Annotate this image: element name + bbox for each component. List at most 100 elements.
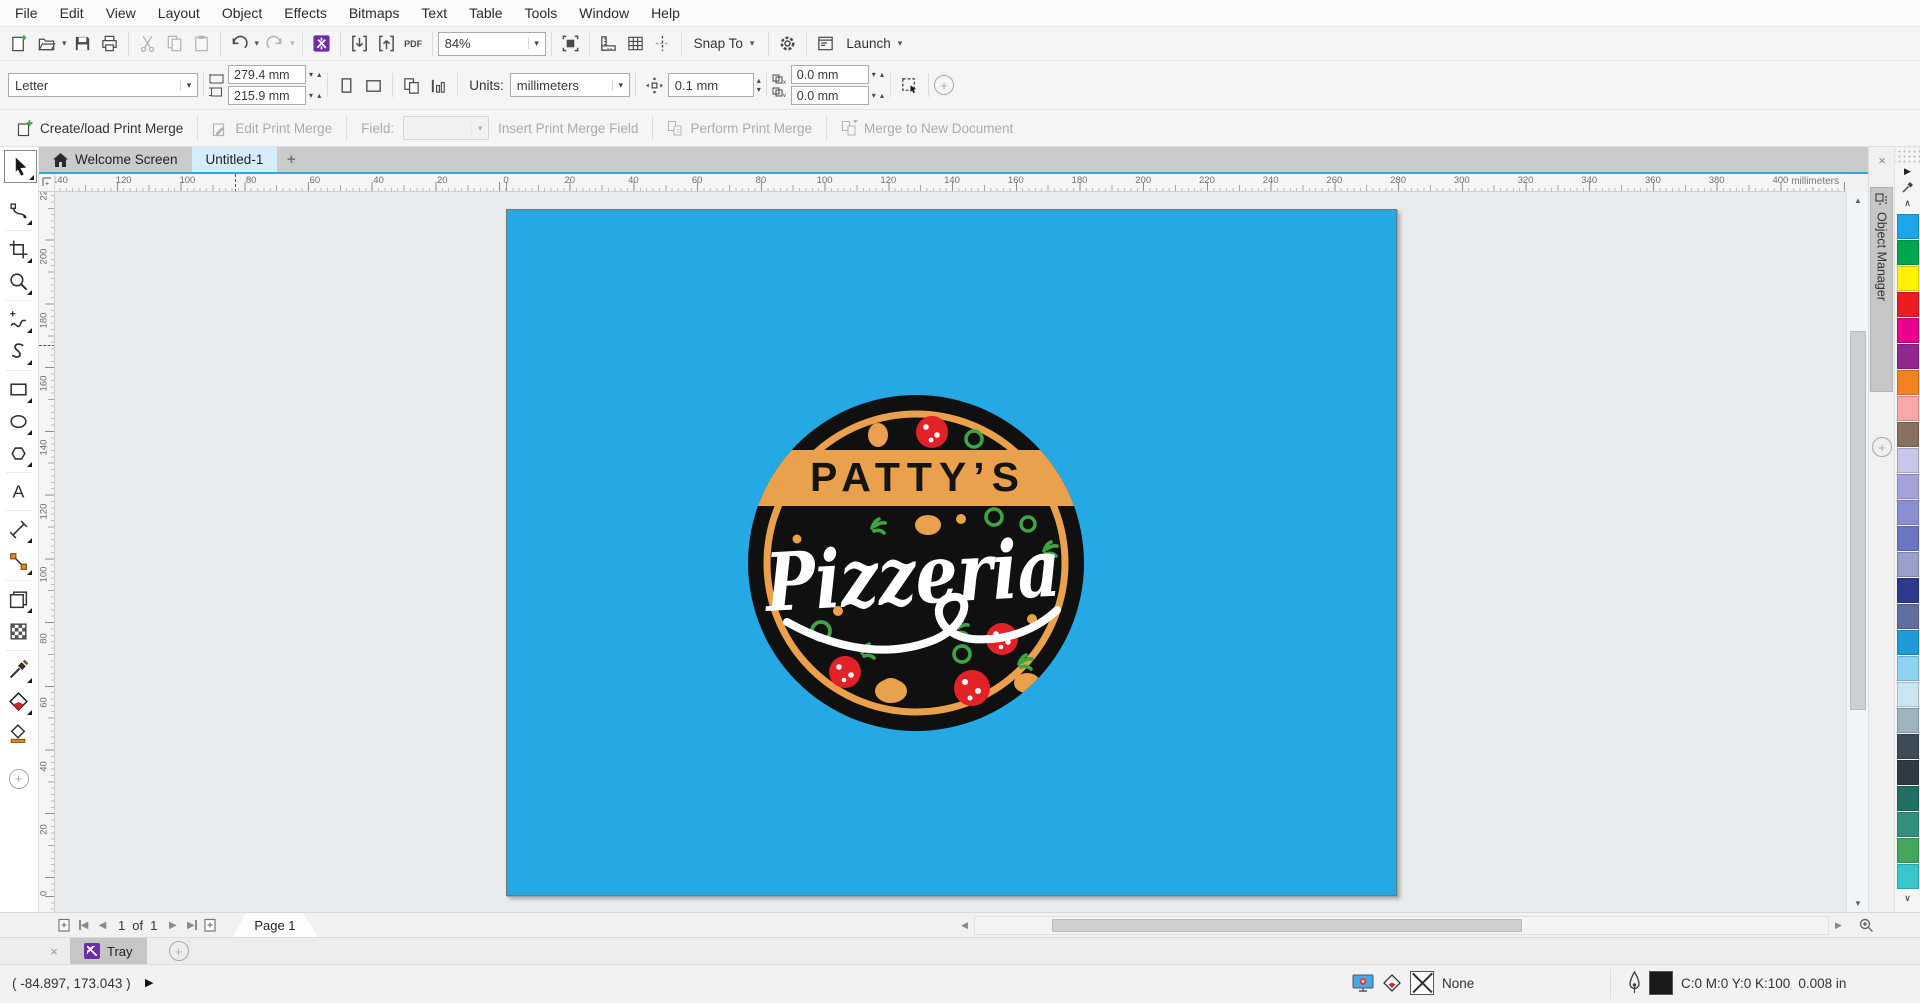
horizontal-scrollbar[interactable]: ◀ ▶ xyxy=(955,916,1848,935)
vertical-ruler[interactable]: 220200180160140120100806040200 xyxy=(39,192,55,912)
undo-dropdown-icon[interactable]: ▾ xyxy=(253,38,262,49)
landscape-orientation-icon[interactable] xyxy=(360,72,387,99)
palette-swatch[interactable] xyxy=(1897,214,1919,239)
menu-tools[interactable]: Tools xyxy=(514,0,569,26)
page-1-tab[interactable]: Page 1 xyxy=(232,913,317,937)
palette-swatch[interactable] xyxy=(1897,240,1919,265)
menu-effects[interactable]: Effects xyxy=(273,0,338,26)
launch-panel-icon[interactable] xyxy=(812,30,839,57)
portrait-orientation-icon[interactable] xyxy=(333,72,360,99)
page-size-dropdown-icon[interactable]: ▾ xyxy=(180,80,197,91)
vertical-scrollbar[interactable]: ▲ ▼ xyxy=(1846,192,1868,912)
treat-as-filled-icon[interactable] xyxy=(896,72,923,99)
search-content-icon[interactable] xyxy=(308,30,335,57)
transparency-tool[interactable] xyxy=(3,616,34,647)
bspline-tool[interactable] xyxy=(3,336,34,367)
palette-swatch[interactable] xyxy=(1897,708,1919,733)
zoom-dropdown-icon[interactable]: ▾ xyxy=(528,38,545,49)
palette-swatch[interactable] xyxy=(1897,266,1919,291)
scroll-down-icon[interactable]: ▼ xyxy=(1847,895,1869,912)
next-page-button[interactable]: ▶ xyxy=(163,915,182,935)
palette-swatch[interactable] xyxy=(1897,526,1919,551)
status-expand-icon[interactable]: ▶ xyxy=(145,976,153,989)
palette-swatch[interactable] xyxy=(1897,682,1919,707)
menu-edit[interactable]: Edit xyxy=(49,0,95,26)
new-document-icon[interactable] xyxy=(6,30,33,57)
palette-swatch[interactable] xyxy=(1897,344,1919,369)
duplicate-y-spinner[interactable]: ▾ ▴ xyxy=(869,91,885,100)
palette-swatch[interactable] xyxy=(1897,864,1919,889)
dimension-tool[interactable] xyxy=(3,514,34,545)
snap-to-button[interactable]: Snap To ▾ xyxy=(687,30,764,57)
color-proof-icon[interactable] xyxy=(1352,974,1374,993)
palette-drag-area[interactable] xyxy=(1895,147,1920,163)
tray-tab[interactable]: Tray xyxy=(70,938,147,965)
show-rulers-icon[interactable] xyxy=(595,30,622,57)
customize-propbar-button[interactable]: + xyxy=(934,75,954,95)
zoom-to-fit-icon[interactable] xyxy=(1857,915,1876,935)
all-pages-icon[interactable] xyxy=(398,72,425,99)
palette-scroll-down-icon[interactable]: ∨ xyxy=(1895,890,1920,906)
export-icon[interactable] xyxy=(373,30,400,57)
menu-file[interactable]: File xyxy=(4,0,49,26)
freehand-tool[interactable] xyxy=(3,304,34,335)
palette-swatch[interactable] xyxy=(1897,838,1919,863)
scroll-right-icon[interactable]: ▶ xyxy=(1829,916,1848,936)
pick-tool[interactable] xyxy=(5,151,36,182)
page-width-spinner[interactable]: ▾ ▴ xyxy=(306,70,322,79)
nudge-distance-field[interactable]: 0.1 mm xyxy=(668,73,754,97)
palette-scroll-up-icon[interactable]: ∧ xyxy=(1895,195,1920,211)
page-height-field[interactable]: 215.9 mm ▾ ▴ xyxy=(228,86,322,105)
palette-swatch[interactable] xyxy=(1897,760,1919,785)
shape-tool[interactable] xyxy=(3,196,34,227)
page[interactable]: PATTY’S Pizzeria xyxy=(506,209,1397,896)
drawing-canvas[interactable]: PATTY’S Pizzeria xyxy=(55,192,1846,912)
last-page-button[interactable]: ▶ xyxy=(182,915,201,935)
show-grid-icon[interactable] xyxy=(622,30,649,57)
customize-toolbox-button[interactable]: + xyxy=(3,763,34,794)
horizontal-ruler[interactable]: millimeters 1401201008060402002040608010… xyxy=(55,174,1846,192)
duplicate-y-field[interactable]: 0.0 mm ▾ ▴ xyxy=(791,86,885,105)
add-tray-item-button[interactable]: + xyxy=(169,941,189,961)
palette-swatch[interactable] xyxy=(1897,604,1919,629)
pizzeria-logo[interactable]: PATTY’S Pizzeria xyxy=(741,388,1091,738)
first-page-button[interactable]: ◀ xyxy=(74,915,93,935)
duplicate-x-field[interactable]: 0.0 mm ▾ ▴ xyxy=(791,65,885,84)
connector-tool[interactable] xyxy=(3,546,34,577)
previous-page-button[interactable]: ◀ xyxy=(93,915,112,935)
vertical-scrollbar-thumb[interactable] xyxy=(1850,331,1866,710)
zoom-tool[interactable] xyxy=(3,266,34,297)
color-eyedropper-tool[interactable] xyxy=(3,654,34,685)
palette-eyedropper-icon[interactable] xyxy=(1895,179,1920,195)
menu-text[interactable]: Text xyxy=(410,0,458,26)
page-size-combo[interactable]: Letter ▾ xyxy=(8,73,198,97)
outline-color-swatch[interactable] xyxy=(1649,971,1673,995)
palette-swatch[interactable] xyxy=(1897,656,1919,681)
add-page-start-button[interactable] xyxy=(55,915,74,935)
interactive-fill-tool[interactable] xyxy=(3,686,34,717)
smart-fill-tool[interactable] xyxy=(3,718,34,749)
add-page-end-button[interactable] xyxy=(201,915,220,935)
palette-flyout-icon[interactable]: ▶ xyxy=(1895,163,1920,179)
units-dropdown-icon[interactable]: ▾ xyxy=(612,80,629,91)
palette-swatch[interactable] xyxy=(1897,630,1919,655)
menu-object[interactable]: Object xyxy=(211,0,273,26)
palette-swatch[interactable] xyxy=(1897,734,1919,759)
units-combo[interactable]: millimeters ▾ xyxy=(510,73,630,97)
text-tool[interactable]: A xyxy=(3,476,34,507)
palette-swatch[interactable] xyxy=(1897,370,1919,395)
scroll-up-icon[interactable]: ▲ xyxy=(1847,192,1869,209)
open-icon[interactable] xyxy=(33,30,60,57)
ruler-origin-corner[interactable] xyxy=(39,174,55,192)
tray-close-icon[interactable]: × xyxy=(44,941,64,961)
palette-swatch[interactable] xyxy=(1897,396,1919,421)
palette-swatch[interactable] xyxy=(1897,422,1919,447)
polygon-tool[interactable] xyxy=(3,438,34,469)
zoom-level-combo[interactable]: 84% ▾ xyxy=(438,32,546,56)
show-guidelines-icon[interactable] xyxy=(649,30,676,57)
current-page-icon[interactable] xyxy=(425,72,452,99)
palette-swatch[interactable] xyxy=(1897,786,1919,811)
options-gear-icon[interactable] xyxy=(774,30,801,57)
palette-swatch[interactable] xyxy=(1897,552,1919,577)
palette-swatch[interactable] xyxy=(1897,578,1919,603)
